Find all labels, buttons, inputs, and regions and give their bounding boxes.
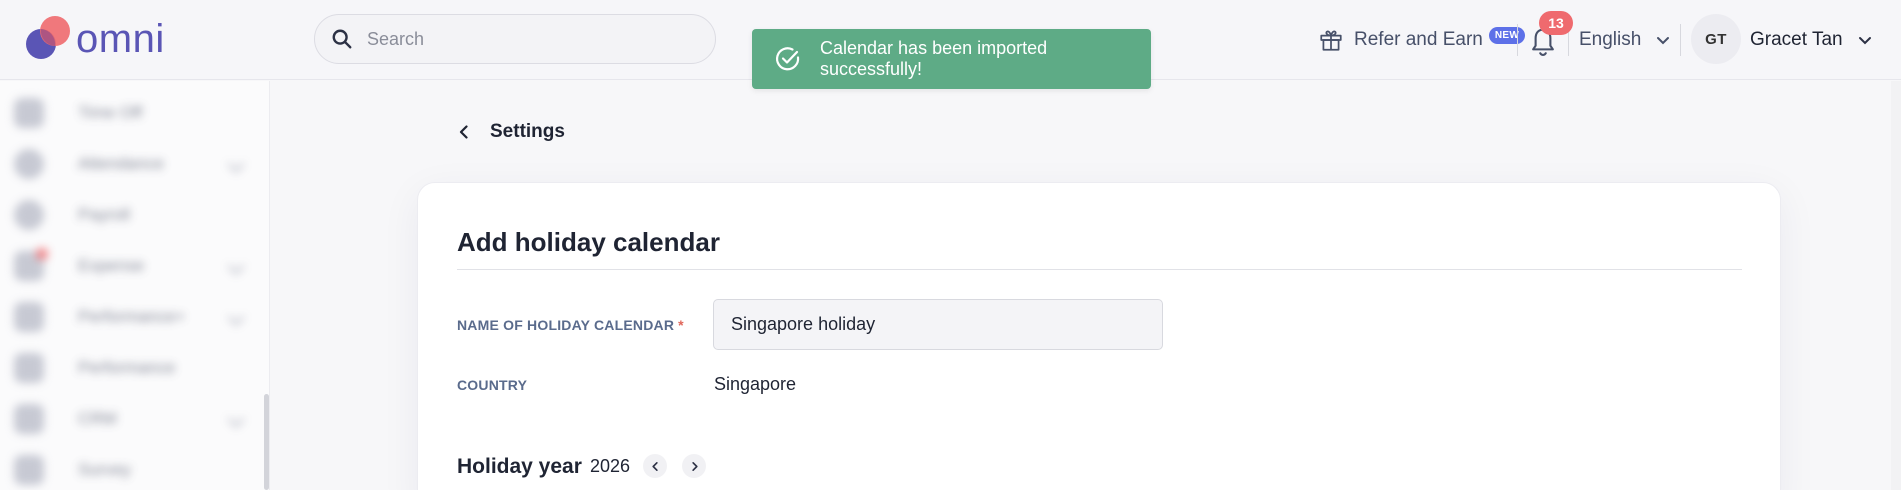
sidebar-item-label: Performance — [78, 358, 176, 377]
refer-and-earn-link[interactable]: Refer and Earn NEW — [1318, 24, 1526, 56]
search-box[interactable] — [314, 14, 716, 64]
sidebar-item-performance[interactable]: Performance — [14, 353, 254, 383]
user-menu[interactable]: Gracet Tan — [1750, 24, 1873, 56]
sidebar-item-label: CRM — [78, 409, 117, 428]
expense-icon — [14, 248, 48, 281]
sidebar-item-performance-plus[interactable]: Performance+ — [14, 302, 254, 332]
alert-dot — [36, 248, 48, 260]
clock-icon — [14, 149, 44, 179]
sidebar: Time Off Attendance Payroll Expense Perf… — [0, 81, 270, 490]
sidebar-item-label: Time Off — [78, 103, 143, 122]
chevron-down-icon — [227, 257, 245, 275]
avatar[interactable]: GT — [1691, 14, 1741, 64]
gift-icon — [1320, 30, 1342, 51]
sidebar-item-attendance[interactable]: Attendance — [14, 149, 254, 179]
performance-icon — [14, 302, 44, 332]
tool-icon — [14, 404, 44, 434]
chevron-down-icon — [227, 155, 245, 173]
page-title: Add holiday calendar — [457, 227, 720, 257]
previous-year-button[interactable] — [643, 454, 667, 478]
header-divider — [1680, 24, 1681, 56]
notification-count-badge: 13 — [1539, 11, 1573, 35]
calendar-icon — [14, 98, 44, 128]
calendar-name-label-text: NAME OF HOLIDAY CALENDAR — [457, 317, 675, 333]
survey-icon — [14, 455, 44, 485]
holiday-year-value: 2026 — [590, 456, 631, 476]
new-badge: NEW — [1488, 26, 1526, 44]
sidebar-item-time-off[interactable]: Time Off — [14, 98, 254, 128]
success-toast: Calendar has been imported successfully! — [752, 29, 1151, 89]
chevron-right-icon — [691, 461, 698, 471]
holiday-year-label: Holiday year — [457, 455, 582, 478]
refer-label: Refer and Earn — [1354, 29, 1483, 50]
sidebar-item-expense[interactable]: Expense — [14, 248, 254, 281]
language-label: English — [1579, 29, 1642, 50]
back-label: Settings — [490, 121, 565, 142]
omni-logo[interactable]: omni — [24, 14, 165, 64]
page-scrollbar[interactable] — [1891, 81, 1901, 490]
back-to-settings-link[interactable]: Settings — [456, 120, 565, 144]
sidebar-item-crm[interactable]: CRM — [14, 404, 254, 434]
calendar-name-label: NAME OF HOLIDAY CALENDAR * — [457, 317, 684, 333]
chevron-down-icon — [1657, 37, 1670, 45]
performance-icon — [14, 353, 44, 383]
chevron-down-icon — [1858, 37, 1871, 45]
sidebar-item-label: Performance+ — [78, 307, 186, 326]
logo-text: omni — [76, 17, 165, 61]
sidebar-scrollbar[interactable] — [264, 394, 269, 490]
check-circle-icon — [775, 47, 800, 71]
chevron-down-icon — [227, 308, 245, 326]
chevron-left-icon — [459, 125, 468, 139]
title-divider — [457, 269, 1742, 270]
chevron-left-icon — [651, 461, 658, 471]
required-marker: * — [678, 317, 684, 333]
holiday-calendar-card: Add holiday calendar NAME OF HOLIDAY CAL… — [417, 182, 1781, 490]
next-year-button[interactable] — [682, 454, 706, 478]
toast-message: Calendar has been imported successfully! — [820, 38, 1048, 79]
omni-logo-icon — [26, 16, 70, 59]
sidebar-item-label: Payroll — [78, 205, 130, 224]
header-divider — [1517, 24, 1518, 56]
country-label: COUNTRY — [457, 377, 528, 393]
chevron-down-icon — [227, 410, 245, 428]
sidebar-item-label: Expense — [78, 256, 145, 275]
search-icon — [332, 29, 352, 49]
language-selector[interactable]: English — [1579, 24, 1671, 56]
sidebar-item-payroll[interactable]: Payroll — [14, 200, 254, 230]
country-value: Singapore — [714, 374, 797, 394]
sidebar-item-label: Attendance — [78, 154, 165, 173]
search-input[interactable] — [367, 28, 697, 50]
sidebar-item-survey[interactable]: Survey — [14, 455, 254, 485]
calendar-name-input[interactable] — [713, 299, 1163, 350]
sidebar-item-label: Survey — [78, 460, 131, 479]
user-name: Gracet Tan — [1750, 29, 1843, 50]
payroll-icon — [14, 200, 44, 230]
